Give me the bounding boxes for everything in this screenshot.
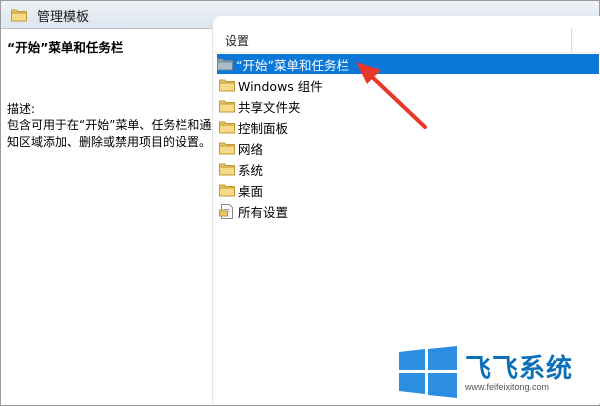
list-item-shared-folders[interactable]: 共享文件夹: [219, 96, 599, 116]
list-item-windows-components[interactable]: Windows 组件: [219, 75, 599, 95]
folder-icon: [219, 120, 235, 134]
windows-logo-icon: [399, 346, 457, 398]
folder-icon: [219, 183, 235, 197]
selected-item-name: “开始”菜单和任务栏: [7, 40, 124, 55]
list-item-system[interactable]: 系统: [219, 159, 599, 179]
list-item-label: 网络: [238, 141, 264, 157]
watermark-brand: 飞飞系统: [465, 354, 574, 384]
list-item-label: Windows 组件: [238, 78, 323, 94]
watermark: 飞飞系统 www.feifeixitong.com: [397, 346, 592, 400]
column-separator[interactable]: [571, 28, 572, 52]
folder-icon: [219, 141, 235, 155]
list-item-label: 桌面: [238, 183, 264, 199]
header-divider: [213, 52, 600, 53]
folder-icon: [219, 99, 235, 113]
watermark-url: www.feifeixitong.com: [465, 382, 550, 392]
description-label: 描述:: [7, 102, 36, 116]
folder-icon: [219, 162, 235, 176]
folder-icon: [11, 7, 27, 26]
list-item-label: “开始”菜单和任务栏: [236, 57, 349, 73]
list-item-network[interactable]: 网络: [219, 138, 599, 158]
column-header-settings[interactable]: 设置: [225, 32, 249, 49]
list-item-start-menu-taskbar[interactable]: “开始”菜单和任务栏: [217, 54, 599, 74]
description-pane: “开始”菜单和任务栏 描述: 包含可用于在“开始”菜单、任务栏和通知区域添加、删…: [1, 29, 211, 402]
description-text: 包含可用于在“开始”菜单、任务栏和通知区域添加、删除或禁用项目的设置。: [7, 118, 212, 149]
window-title: 管理模板: [37, 10, 90, 25]
list-item-label: 共享文件夹: [238, 99, 301, 115]
list-item-control-panel[interactable]: 控制面板: [219, 117, 599, 137]
settings-page-icon: [219, 204, 235, 219]
folder-icon: [219, 78, 235, 92]
list-item-label: 系统: [238, 162, 264, 178]
list-item-label: 控制面板: [238, 120, 289, 136]
list-item-label: 所有设置: [238, 204, 289, 220]
list-item-all-settings[interactable]: 所有设置: [219, 201, 599, 221]
folder-icon: [217, 57, 233, 71]
list-item-desktop[interactable]: 桌面: [219, 180, 599, 200]
